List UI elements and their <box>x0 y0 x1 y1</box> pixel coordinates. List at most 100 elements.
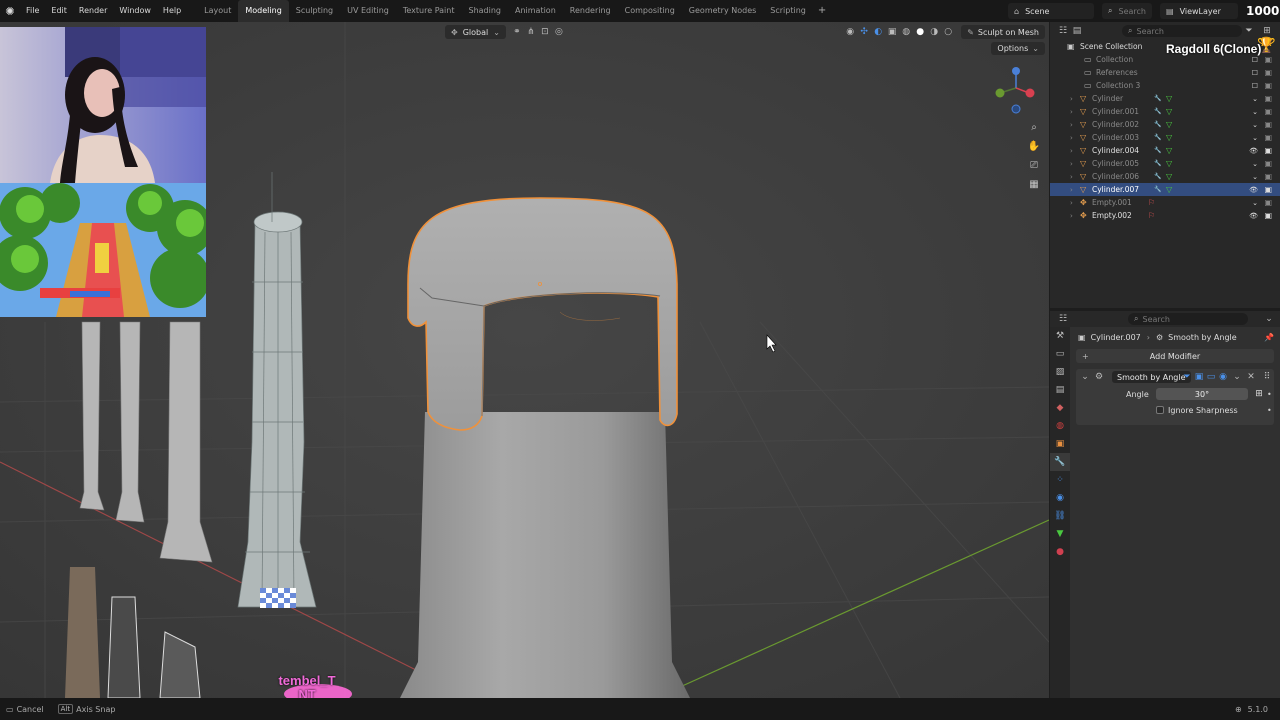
wireframe-shading-icon[interactable]: ◍ <box>899 25 913 39</box>
outliner-row[interactable]: › ✥ Empty.001 ⚐ ⌄ ▣ <box>1050 196 1280 209</box>
outliner-row[interactable]: ▭ Collection 3 ☐ ▣ <box>1050 79 1280 92</box>
render-camera-icon[interactable]: ▣ <box>1264 107 1272 116</box>
hidden-eye-icon[interactable]: ⌄ <box>1252 199 1258 207</box>
material-shading-icon[interactable]: ◑ <box>927 25 941 39</box>
mesh-data-icon[interactable]: ▽ <box>1166 185 1172 194</box>
render-camera-icon[interactable]: ▣ <box>1264 68 1272 77</box>
editor-type-icon[interactable]: ☷ <box>1056 312 1070 326</box>
expand-arrow-icon[interactable]: › <box>1070 108 1073 116</box>
modifier-icon[interactable]: 🔧 <box>1154 173 1161 180</box>
outliner-search-input[interactable]: ⌕ Search <box>1122 25 1242 37</box>
pivot-icon[interactable]: ⚭ <box>510 25 524 39</box>
gizmo-toggle-icon[interactable]: ✣ <box>857 25 871 39</box>
tab-compositing[interactable]: Compositing <box>618 0 682 22</box>
add-modifier-button[interactable]: + Add Modifier <box>1076 349 1274 363</box>
exclude-checkbox-icon[interactable]: ☐ <box>1252 69 1258 77</box>
modifier-icon[interactable]: 🔧 <box>1154 108 1161 115</box>
mesh-data-icon[interactable]: ▽ <box>1166 159 1172 168</box>
expand-arrow-icon[interactable]: › <box>1070 147 1073 155</box>
render-camera-icon[interactable]: ▣ <box>1264 172 1272 181</box>
properties-search-input[interactable]: ⌕ Search <box>1128 313 1248 325</box>
view-layer-tab-icon[interactable]: ▤ <box>1050 381 1070 399</box>
angle-value-field[interactable]: 30° <box>1156 388 1248 400</box>
modifier-icon[interactable]: 🔧 <box>1154 95 1161 102</box>
menu-render[interactable]: Render <box>73 0 113 22</box>
modifier-name-field[interactable]: Smooth by Angle <box>1112 371 1191 383</box>
render-camera-icon[interactable]: ▣ <box>1264 198 1272 207</box>
snap-icon[interactable]: ⋔ <box>524 25 538 39</box>
exclude-checkbox-icon[interactable]: ☐ <box>1252 56 1258 64</box>
xray-toggle-icon[interactable]: ▣ <box>885 25 899 39</box>
tab-animation[interactable]: Animation <box>508 0 563 22</box>
menu-window[interactable]: Window <box>113 0 157 22</box>
expand-arrow-icon[interactable]: › <box>1070 212 1073 220</box>
render-camera-icon[interactable]: ▣ <box>1264 81 1272 90</box>
constraint-icon[interactable]: ⚐ <box>1148 211 1155 220</box>
filter-icon[interactable]: ⏷ <box>1242 24 1256 38</box>
output-tab-icon[interactable]: ▨ <box>1050 363 1070 381</box>
mesh-data-icon[interactable]: ▽ <box>1166 120 1172 129</box>
overlay-toggle-icon[interactable]: ◐ <box>871 25 885 39</box>
eye-icon[interactable]: 👁 <box>1249 212 1258 220</box>
hidden-eye-icon[interactable]: ⌄ <box>1252 134 1258 142</box>
collapse-chevron-icon[interactable]: ⌄ <box>1078 370 1092 384</box>
world-tab-icon[interactable]: ◍ <box>1050 417 1070 435</box>
solid-shading-icon[interactable]: ● <box>913 25 927 39</box>
tab-texture-paint[interactable]: Texture Paint <box>396 0 462 22</box>
scene-selector[interactable]: ⌂ Scene <box>1008 3 1094 19</box>
rendered-shading-icon[interactable]: ○ <box>941 25 955 39</box>
view-layer-selector[interactable]: ▤ ViewLayer <box>1160 3 1238 19</box>
tab-rendering[interactable]: Rendering <box>563 0 618 22</box>
eye-icon[interactable]: 👁 <box>1249 147 1258 155</box>
ignore-sharpness-checkbox[interactable] <box>1156 406 1164 414</box>
transform-orientation-dropdown[interactable]: ✥ Global ⌄ <box>445 25 506 39</box>
drag-handle-icon[interactable]: ⠿ <box>1260 370 1274 384</box>
outliner-row[interactable]: › ✥ Empty.002 ⚐ 👁 ▣ <box>1050 209 1280 222</box>
render-camera-icon[interactable]: ▣ <box>1264 55 1272 64</box>
blender-logo-icon[interactable]: ✺ <box>0 0 20 22</box>
tab-layout[interactable]: Layout <box>197 0 238 22</box>
outliner-row[interactable]: ▭ References ☐ ▣ <box>1050 66 1280 79</box>
particles-tab-icon[interactable]: ⁘ <box>1050 471 1070 489</box>
expand-arrow-icon[interactable]: › <box>1070 173 1073 181</box>
modifier-tab-icon[interactable]: 🔧 <box>1050 453 1070 471</box>
mesh-data-icon[interactable]: ▽ <box>1166 94 1172 103</box>
render-toggle-icon[interactable]: ◉ <box>1216 370 1230 384</box>
modifier-icon[interactable]: 🔧 <box>1154 134 1161 141</box>
object-tab-icon[interactable]: ▣ <box>1050 435 1070 453</box>
input-node-icon[interactable]: ⊞ <box>1252 387 1266 401</box>
hidden-eye-icon[interactable]: ⌄ <box>1252 173 1258 181</box>
scene-search-field[interactable]: ⌕ Search <box>1102 3 1152 19</box>
outliner-row[interactable]: › ▽ Cylinder 🔧 ▽ ⌄ ▣ <box>1050 92 1280 105</box>
expand-arrow-icon[interactable]: › <box>1070 160 1073 168</box>
outliner-row[interactable]: › ▽ Cylinder.004 🔧 ▽ 👁 ▣ <box>1050 144 1280 157</box>
outliner-row[interactable]: › ▽ Cylinder.005 🔧 ▽ ⌄ ▣ <box>1050 157 1280 170</box>
render-camera-icon[interactable]: ▣ <box>1264 94 1272 103</box>
modifier-icon[interactable]: 🔧 <box>1154 121 1161 128</box>
modifier-icon[interactable]: 🔧 <box>1154 186 1161 193</box>
data-tab-icon[interactable]: ▼ <box>1050 525 1070 543</box>
render-camera-icon[interactable]: ▣ <box>1264 211 1272 220</box>
menu-help[interactable]: Help <box>157 0 187 22</box>
render-camera-icon[interactable]: ▣ <box>1264 146 1272 155</box>
tool-tab-icon[interactable]: ⚒ <box>1050 327 1070 345</box>
mesh-data-icon[interactable]: ▽ <box>1166 107 1172 116</box>
tab-uv-editing[interactable]: UV Editing <box>340 0 396 22</box>
render-camera-icon[interactable]: ▣ <box>1264 133 1272 142</box>
render-camera-icon[interactable]: ▣ <box>1264 185 1272 194</box>
pan-hand-icon[interactable]: ✋ <box>1026 139 1042 153</box>
expand-arrow-icon[interactable]: › <box>1070 95 1073 103</box>
hidden-eye-icon[interactable]: ⌄ <box>1252 121 1258 129</box>
expand-arrow-icon[interactable]: › <box>1070 134 1073 142</box>
close-icon[interactable]: ✕ <box>1244 370 1258 384</box>
eye-icon[interactable]: 👁 <box>1249 186 1258 194</box>
chevron-down-icon[interactable]: ⌄ <box>1262 312 1276 326</box>
camera-view-icon[interactable]: ⎚ <box>1026 158 1042 172</box>
tab-shading[interactable]: Shading <box>461 0 508 22</box>
tab-geometry-nodes[interactable]: Geometry Nodes <box>682 0 763 22</box>
render-tab-icon[interactable]: ▭ <box>1050 345 1070 363</box>
sculpt-on-mesh-button[interactable]: ✎ Sculpt on Mesh <box>961 25 1045 39</box>
perspective-grid-icon[interactable]: ▦ <box>1026 177 1042 191</box>
navigation-gizmo[interactable] <box>990 66 1038 122</box>
dropdown-icon[interactable]: ⌄ <box>1230 370 1244 384</box>
